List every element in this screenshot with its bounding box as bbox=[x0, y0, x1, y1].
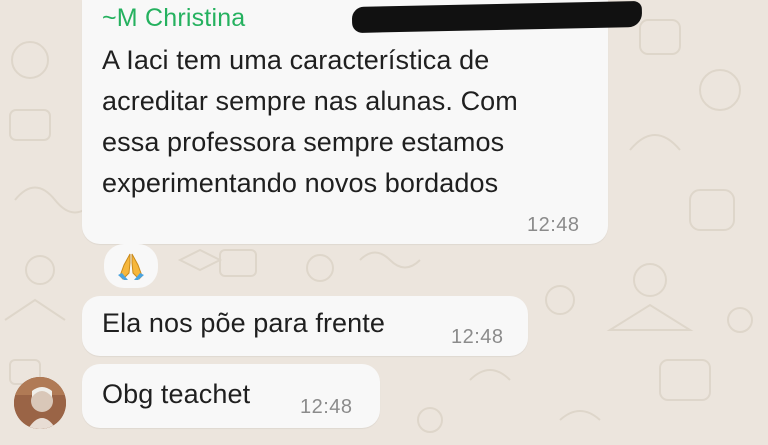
message-line: experimentando novos bordados bbox=[102, 168, 499, 198]
message-timestamp: 12:48 bbox=[451, 326, 504, 348]
message-line: essa professora sempre estamos bbox=[102, 127, 505, 157]
message-line: A Iaci tem uma característica de bbox=[102, 45, 490, 75]
chat-view: ~M Christina A Iaci tem uma característi… bbox=[0, 0, 768, 445]
message-timestamp: 12:48 bbox=[300, 396, 353, 418]
message-text-2: Ela nos põe para frente bbox=[102, 308, 385, 338]
pray-emoji-icon bbox=[118, 253, 144, 280]
sender-avatar[interactable] bbox=[14, 377, 66, 429]
avatar-photo bbox=[14, 377, 66, 429]
sender-name[interactable]: ~M Christina bbox=[102, 4, 245, 33]
message-line: acreditar sempre nas alunas. Com bbox=[102, 86, 518, 116]
message-timestamp: 12:48 bbox=[527, 214, 580, 236]
message-text-3: Obg teachet bbox=[102, 379, 251, 409]
reaction-badge[interactable] bbox=[104, 244, 158, 288]
message-text-1: A Iaci tem uma característica de acredit… bbox=[102, 40, 518, 204]
